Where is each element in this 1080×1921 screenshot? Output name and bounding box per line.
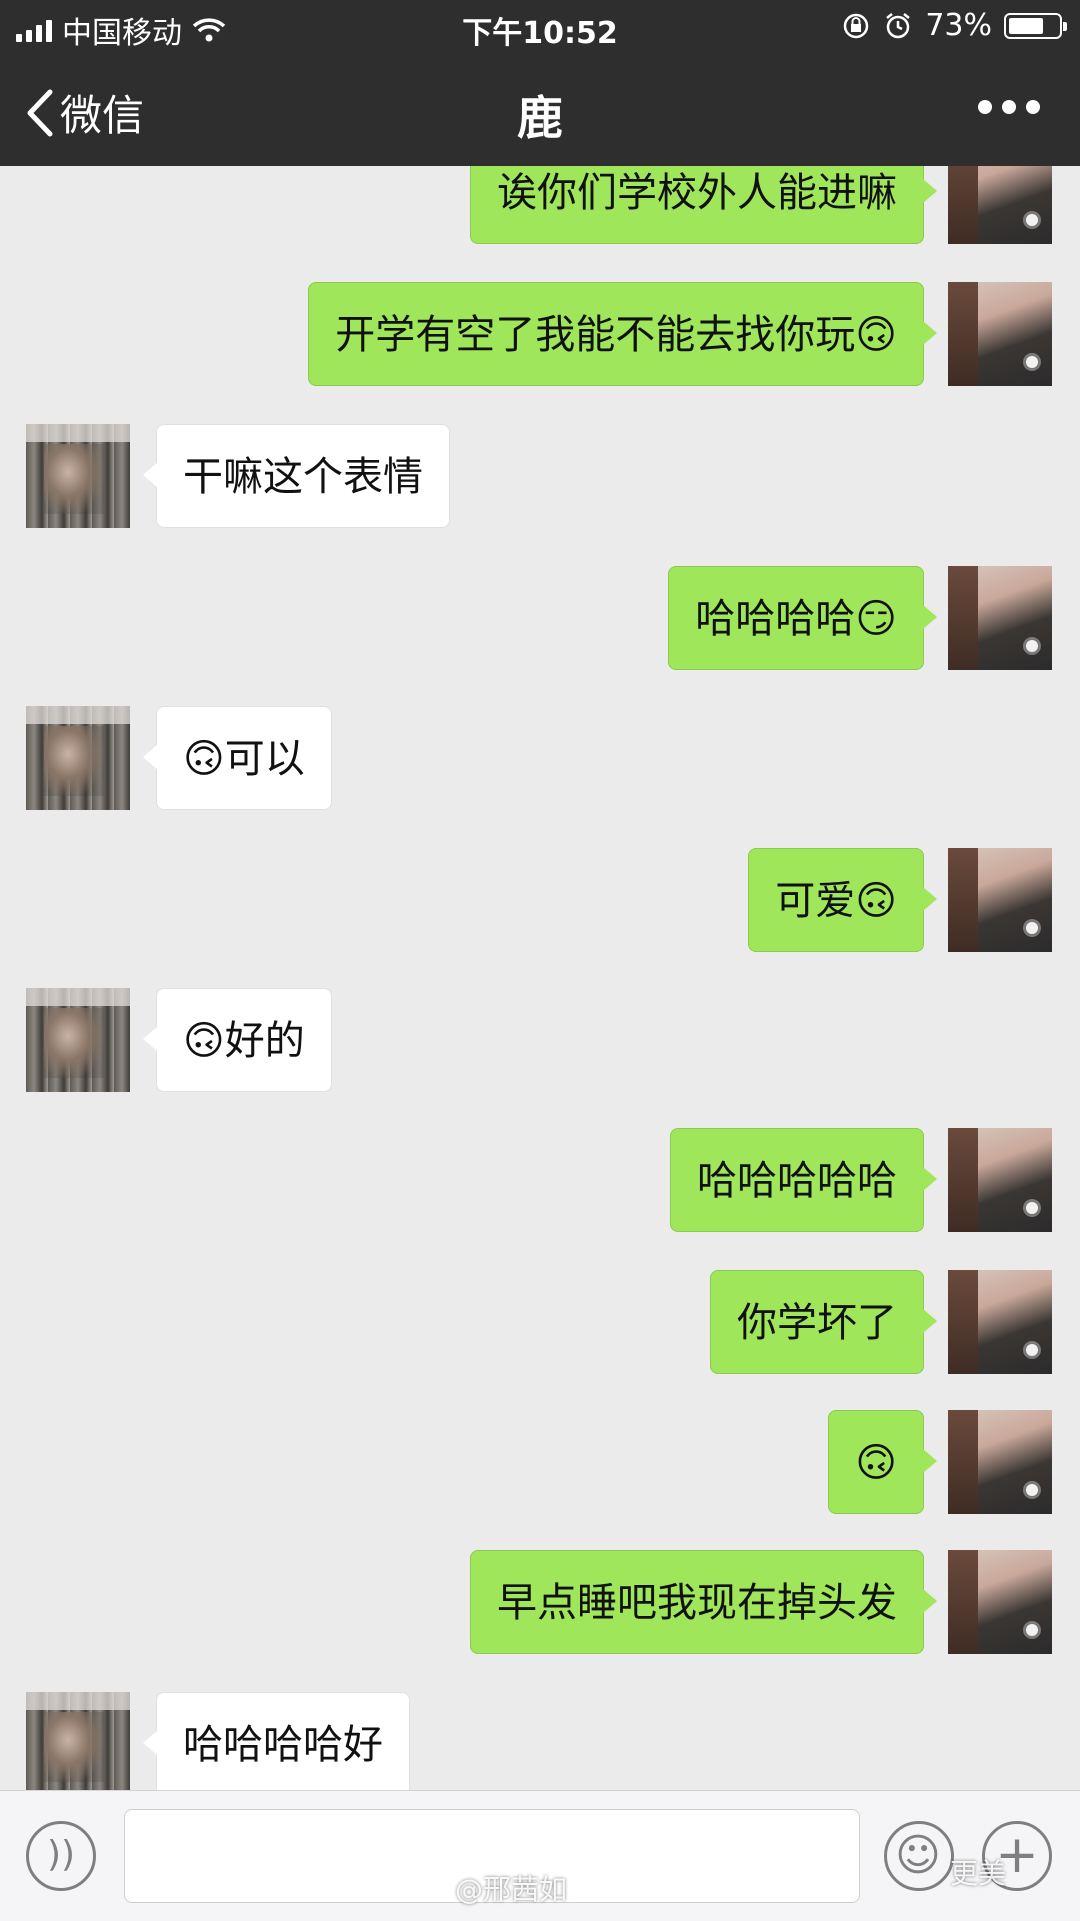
brand-watermark: 更美 [950, 1857, 1007, 1890]
my-avatar[interactable] [948, 1410, 1052, 1514]
alarm-icon [886, 12, 911, 38]
message-row: 🙃可以 [0, 706, 1080, 810]
message-bubble[interactable]: 诶你们学校外人能进嘛 [470, 166, 937, 244]
emoji-button[interactable]: ☺ [884, 1821, 954, 1891]
message-bubble[interactable]: 哈哈哈哈好 [143, 1692, 410, 1790]
message-row: 开学有空了我能不能去找你玩🙃 [0, 282, 1080, 386]
message-row: 哈哈哈哈好 [0, 1692, 1080, 1790]
message-row: 你学坏了 [0, 1270, 1080, 1374]
my-avatar[interactable] [948, 1550, 1052, 1654]
message-bubble[interactable]: 🙃 [828, 1410, 937, 1514]
message-row: 🙃好的 [0, 988, 1080, 1092]
contact-avatar[interactable] [26, 1692, 130, 1790]
message-row: 早点睡吧我现在掉头发 [0, 1550, 1080, 1654]
nav-bar: 微信 鹿 [0, 54, 1080, 166]
contact-avatar[interactable] [26, 424, 130, 528]
contact-avatar[interactable] [26, 706, 130, 810]
rotation-lock-icon [844, 13, 869, 38]
message-bubble[interactable]: 哈哈哈哈哈 [670, 1128, 937, 1232]
message-bubble[interactable]: 干嘛这个表情 [143, 424, 450, 528]
message-bubble[interactable]: 可爱🙃 [748, 848, 937, 952]
emoji-icon: ☺ [895, 1830, 941, 1881]
message-row: 可爱🙃 [0, 848, 1080, 952]
weibo-watermark: @邢茜如 [455, 1873, 568, 1906]
my-avatar[interactable] [948, 1270, 1052, 1374]
more-dots-icon [978, 100, 992, 114]
battery-icon [1004, 12, 1067, 39]
message-bubble[interactable]: 🙃好的 [143, 988, 332, 1092]
message-row: 哈哈哈哈哈 [0, 1128, 1080, 1232]
message-bubble[interactable]: 哈哈哈哈😏 [668, 566, 937, 670]
my-avatar[interactable] [948, 566, 1052, 670]
my-avatar[interactable] [948, 1128, 1052, 1232]
message-bubble[interactable]: 🙃可以 [143, 706, 332, 810]
status-right: 73% [841, 8, 1067, 43]
battery-percent: 73% [925, 8, 992, 43]
message-row: 干嘛这个表情 [0, 424, 1080, 528]
more-options-button[interactable] [978, 100, 1040, 114]
voice-icon: )) [47, 1834, 76, 1875]
message-row: 哈哈哈哈😏 [0, 566, 1080, 670]
status-bar: 中国移动 下午10:52 73% [0, 0, 1080, 54]
my-avatar[interactable] [948, 848, 1052, 952]
chat-area[interactable]: 诶你们学校外人能进嘛 开学有空了我能不能去找你玩🙃 干嘛这个表情 哈哈哈哈😏 🙃… [0, 166, 1080, 1790]
contact-avatar[interactable] [26, 988, 130, 1092]
message-bubble[interactable]: 你学坏了 [710, 1270, 937, 1374]
my-avatar[interactable] [948, 166, 1052, 244]
message-bubble[interactable]: 早点睡吧我现在掉头发 [470, 1550, 937, 1654]
chat-title: 鹿 [517, 91, 563, 145]
my-avatar[interactable] [948, 282, 1052, 386]
battery-level [1009, 17, 1043, 34]
message-row: 诶你们学校外人能进嘛 [0, 166, 1080, 244]
voice-button[interactable]: )) [26, 1821, 96, 1891]
message-row: 🙃 [0, 1410, 1080, 1514]
message-bubble[interactable]: 开学有空了我能不能去找你玩🙃 [308, 282, 937, 386]
